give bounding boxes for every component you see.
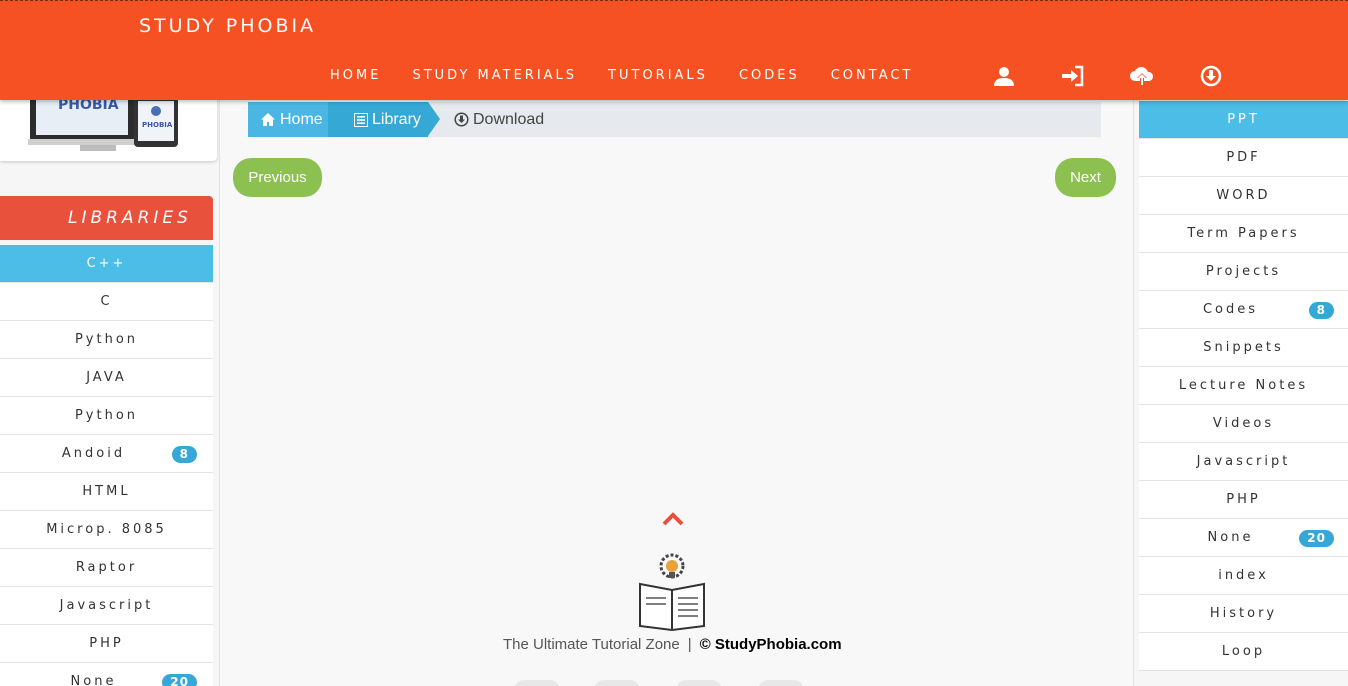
library-item-cpp[interactable]: C++ [0,245,213,283]
social-icon-partial[interactable] [594,680,640,686]
scroll-to-top-icon[interactable] [662,512,684,531]
breadcrumb-separator [428,102,440,136]
nav-codes[interactable]: CODES [739,68,800,83]
material-item-videos[interactable]: Videos [1139,405,1348,443]
footer-text: The Ultimate Tutorial Zone | © StudyPhobia… [503,636,842,653]
user-icon[interactable] [990,63,1018,89]
libraries-list: C++ C Python JAVA Python Andoid 8 HTML Mi… [0,245,213,686]
material-item-none[interactable]: None 20 [1139,519,1348,557]
breadcrumb-download-label: Download [473,110,545,128]
library-item-label: Raptor [75,560,138,575]
footer-book-logo [636,550,708,637]
material-item-label: None [1207,530,1254,545]
material-item-term-papers[interactable]: Term Papers [1139,215,1348,253]
footer-separator: | [687,636,692,653]
material-item-label: Projects [1205,264,1282,279]
materials-list: PPT PDF WORD Term Papers Projects Codes 8… [1139,101,1348,671]
library-item-java[interactable]: JAVA [0,359,213,397]
library-item-python[interactable]: Python [0,321,213,359]
library-item-microp[interactable]: Microp. 8085 [0,511,213,549]
material-item-php[interactable]: PHP [1139,481,1348,519]
nav-icons [990,63,1266,89]
library-item-none[interactable]: None 20 [0,663,213,686]
previous-button[interactable]: Previous [233,158,322,197]
material-item-history[interactable]: History [1139,595,1348,633]
library-item-label: Python [74,332,139,347]
material-item-label: Term Papers [1187,226,1300,241]
library-item-raptor[interactable]: Raptor [0,549,213,587]
material-item-projects[interactable]: Projects [1139,253,1348,291]
material-item-codes[interactable]: Codes 8 [1139,291,1348,329]
download-icon[interactable] [1197,63,1225,89]
site-logo[interactable]: PHOBIA PHOBIA [0,95,217,161]
library-item-label: HTML [82,484,131,499]
nav-tutorials[interactable]: TUTORIALS [608,68,708,83]
count-badge: 8 [171,446,197,463]
footer-copyright[interactable]: © StudyPhobia.com [700,636,842,653]
footer-tagline: The Ultimate Tutorial Zone [503,636,680,653]
material-item-javascript[interactable]: Javascript [1139,443,1348,481]
count-badge: 20 [162,674,197,686]
library-item-label: PHP [89,636,124,651]
breadcrumb-library[interactable]: Library [328,102,428,137]
material-item-pdf[interactable]: PDF [1139,139,1348,177]
material-item-lecture-notes[interactable]: Lecture Notes [1139,367,1348,405]
nav-home[interactable]: HOME [330,68,381,83]
breadcrumb-library-label: Library [372,110,421,128]
count-badge: 8 [1308,302,1334,319]
nav-study-materials[interactable]: STUDY MATERIALS [412,68,577,83]
material-item-loop[interactable]: Loop [1139,633,1348,671]
material-item-label: Lecture Notes [1178,378,1309,393]
library-item-c[interactable]: C [0,283,213,321]
library-item-label: C++ [86,256,127,271]
library-item-label: C [100,294,113,309]
count-badge: 20 [1299,530,1334,547]
library-item-label: Microp. 8085 [46,522,167,537]
material-item-snippets[interactable]: Snippets [1139,329,1348,367]
brand-title[interactable]: STUDY PHOBIA [139,15,316,37]
breadcrumb-home-label: Home [280,110,323,128]
top-navbar: STUDY PHOBIA HOME STUDY MATERIALS TUTORI… [0,0,1348,100]
list-icon [354,112,368,127]
material-item-label: PHP [1226,492,1261,507]
download-circle-icon [454,112,469,127]
material-item-label: Snippets [1203,340,1284,355]
library-item-javascript[interactable]: Javascript [0,587,213,625]
material-item-label: Javascript [1196,454,1291,469]
material-item-label: History [1209,606,1278,621]
cloud-upload-icon[interactable] [1128,63,1156,89]
material-item-index[interactable]: index [1139,557,1348,595]
material-item-label: PPT [1227,112,1260,127]
sign-in-icon[interactable] [1059,63,1087,89]
material-item-label: Videos [1212,416,1275,431]
library-item-label: JAVA [86,370,127,385]
library-item-label: Javascript [59,598,154,613]
social-icon-partial[interactable] [676,680,722,686]
breadcrumb: Home Library Download [248,102,1101,137]
library-item-label: Andoid [61,446,126,461]
nav-contact[interactable]: CONTACT [831,68,914,83]
library-item-label: None [70,674,117,686]
material-item-label: index [1218,568,1269,583]
social-icon-partial[interactable] [758,680,804,686]
library-item-python-2[interactable]: Python [0,397,213,435]
material-item-label: Codes [1202,302,1259,317]
nav-links: HOME STUDY MATERIALS TUTORIALS CODES CON… [330,68,944,83]
breadcrumb-download: Download [454,102,544,137]
social-icon-partial[interactable] [514,680,560,686]
material-item-label: PDF [1226,150,1261,165]
breadcrumb-home[interactable]: Home [248,102,328,137]
logo-small-text: PHOBIA [142,121,173,129]
material-item-label: Loop [1221,644,1266,659]
home-icon [260,112,276,127]
library-item-php[interactable]: PHP [0,625,213,663]
library-item-android[interactable]: Andoid 8 [0,435,213,473]
material-item-word[interactable]: WORD [1139,177,1348,215]
next-button[interactable]: Next [1055,158,1116,197]
material-item-ppt[interactable]: PPT [1139,101,1348,139]
libraries-header: LIBRARIES [0,196,213,240]
library-item-label: Python [74,408,139,423]
library-item-html[interactable]: HTML [0,473,213,511]
material-item-label: WORD [1216,188,1271,203]
